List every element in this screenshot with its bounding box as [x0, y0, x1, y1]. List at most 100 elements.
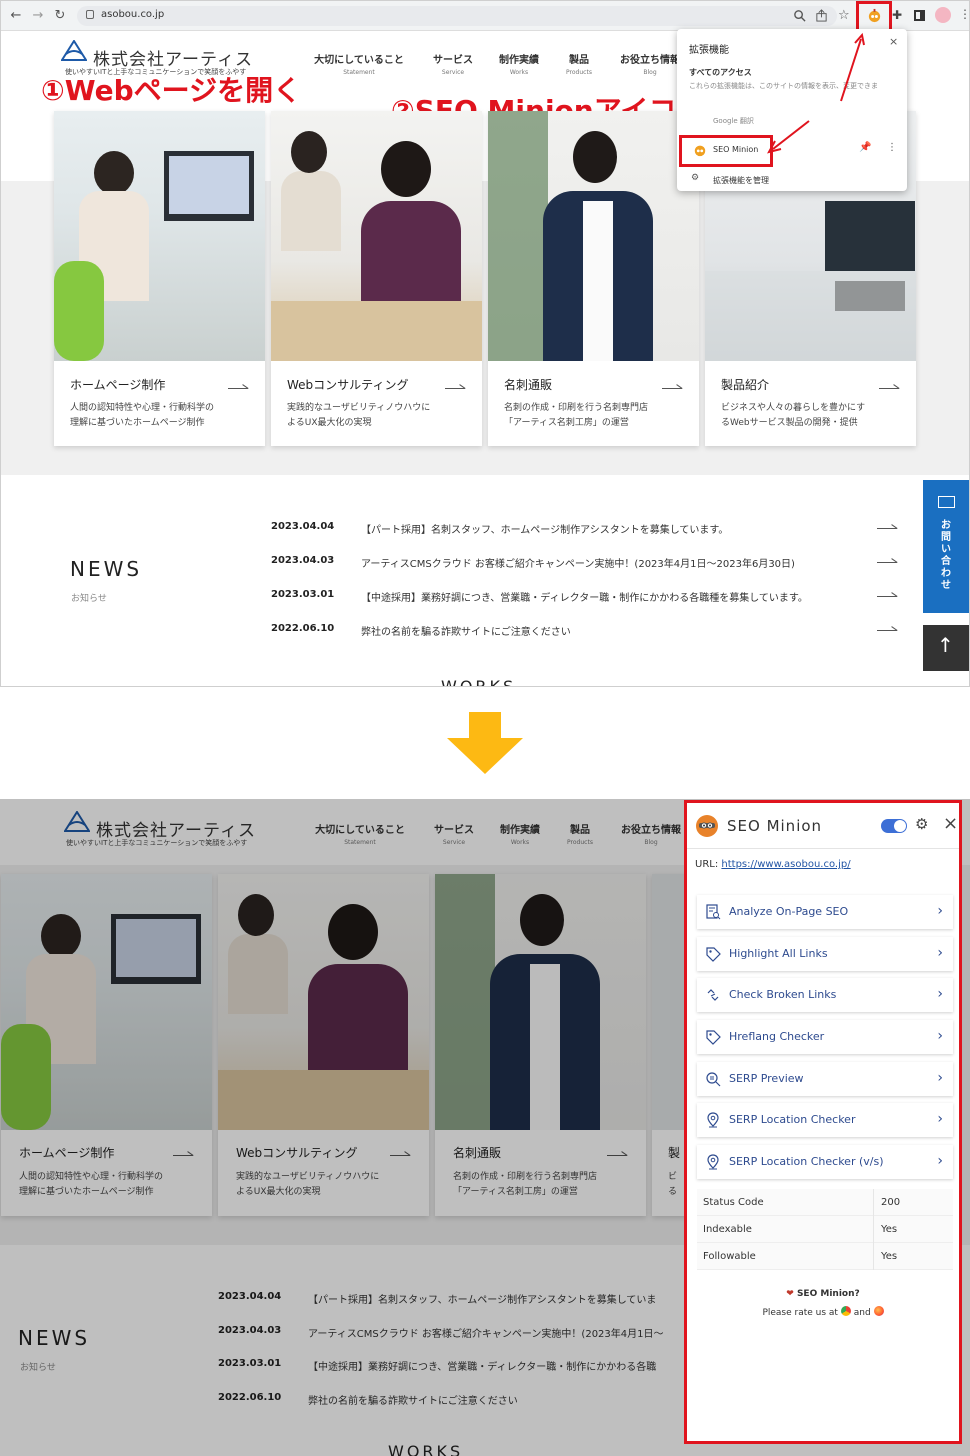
- profile-avatar[interactable]: [935, 7, 951, 23]
- close-icon[interactable]: ×: [943, 813, 958, 834]
- gear-icon: ⚙: [691, 173, 700, 183]
- stat-row: Followable Yes: [697, 1243, 953, 1270]
- arrow-right-icon: [662, 383, 682, 389]
- side-panel-icon[interactable]: [914, 10, 925, 21]
- chevron-right-icon: ›: [937, 1070, 943, 1086]
- firefox-icon[interactable]: [873, 1306, 884, 1316]
- panel-title: SEO Minion: [727, 817, 823, 835]
- card-title: 名刺通販: [504, 378, 553, 392]
- news-item[interactable]: 2023.03.01 【中途採用】業務好調につき、営業職・ディレクター職・制作にか…: [271, 589, 901, 611]
- person-hair: [94, 151, 134, 195]
- card-photo: [488, 111, 699, 361]
- enable-toggle[interactable]: [881, 819, 907, 833]
- zoom-icon[interactable]: [793, 9, 806, 22]
- menu-kebab-icon[interactable]: ⋮: [959, 7, 969, 21]
- google-translate-item[interactable]: Google 翻訳: [713, 116, 754, 126]
- arrow-right-icon: [445, 383, 465, 389]
- nav-service[interactable]: サービス Service: [423, 51, 483, 76]
- screenshot-before: ← → ↻ asobou.co.jp ☆ ✚ ⋮ 株式会社アーティス 使いやすい…: [0, 0, 970, 687]
- nav-blog[interactable]: お役立ち情報 Blog: [613, 51, 687, 76]
- contact-side-button[interactable]: お問い合わせ: [923, 480, 969, 613]
- current-url-link[interactable]: https://www.asobou.co.jp/: [721, 859, 850, 870]
- forward-arrow-icon[interactable]: →: [29, 7, 47, 25]
- person-body: [281, 171, 341, 251]
- rate-heading: ❤ SEO Minion?: [786, 1289, 860, 1299]
- full-access-label: すべてのアクセス: [689, 68, 752, 77]
- manage-extensions-link[interactable]: 拡張機能を管理: [713, 175, 769, 186]
- more-icon[interactable]: ⋮: [887, 142, 897, 153]
- browser-toolbar: ← → ↻ asobou.co.jp ☆ ✚ ⋮: [1, 1, 969, 31]
- desk-shape: [271, 301, 482, 361]
- back-to-top-button[interactable]: ↑: [923, 625, 969, 671]
- status-table: Status Code 200 Indexable Yes Followable Ye…: [697, 1189, 953, 1270]
- company-logo-icon: [61, 40, 87, 61]
- share-icon[interactable]: [815, 9, 828, 22]
- tag-icon: [706, 947, 721, 962]
- heart-icon: ❤: [786, 1289, 794, 1299]
- menu-label: Hreflang Checker: [729, 1030, 825, 1043]
- card-desc: 名刺の作成・印刷を行う名刺専門店 「アーティス名刺工房」の運営: [504, 403, 649, 428]
- menu-check-broken-links[interactable]: Check Broken Links ›: [697, 978, 953, 1012]
- chevron-right-icon: ›: [937, 945, 943, 961]
- chevron-right-icon: ›: [937, 903, 943, 919]
- chair-shape: [54, 261, 104, 361]
- menu-serp-preview[interactable]: SERP Preview ›: [697, 1062, 953, 1096]
- nav-statement[interactable]: 大切にしていること Statement: [309, 51, 409, 76]
- seo-minion-logo-icon: [696, 815, 718, 837]
- monitor-screen: [169, 156, 249, 214]
- contact-label: お問い合わせ: [941, 520, 951, 591]
- puzzle-extensions-icon[interactable]: ✚: [892, 8, 902, 22]
- chevron-right-icon: ›: [937, 1111, 943, 1127]
- location-pin-icon: [707, 1154, 719, 1170]
- menu-hreflang-checker[interactable]: Hreflang Checker ›: [697, 1020, 953, 1054]
- stat-row: Indexable Yes: [697, 1216, 953, 1243]
- close-icon[interactable]: ×: [889, 35, 898, 48]
- back-arrow-icon[interactable]: ←: [7, 7, 25, 25]
- nav-products[interactable]: 製品 Products: [553, 51, 605, 76]
- card-title: 製品紹介: [721, 378, 770, 392]
- bookmark-star-icon[interactable]: ☆: [838, 8, 850, 23]
- chrome-icon[interactable]: [840, 1306, 851, 1316]
- annotation-step1: ①Webページを開く: [41, 74, 302, 107]
- card-business-cards[interactable]: 名刺通販 名刺の作成・印刷を行う名刺専門店 「アーティス名刺工房」の運営: [488, 111, 699, 446]
- nav-works[interactable]: 制作実績 Works: [491, 51, 547, 76]
- settings-gear-icon[interactable]: ⚙: [915, 815, 928, 833]
- reload-icon[interactable]: ↻: [51, 7, 69, 25]
- card-photo: [54, 111, 265, 361]
- menu-serp-location-checker-vs[interactable]: SERP Location Checker (v/s) ›: [697, 1145, 953, 1179]
- desk-shape: [705, 271, 916, 361]
- menu-serp-location-checker[interactable]: SERP Location Checker ›: [697, 1103, 953, 1137]
- address-bar[interactable]: asobou.co.jp: [77, 6, 837, 26]
- news-item[interactable]: 2023.04.04 【パート採用】名刺スタッフ、ホームページ制作アシスタントを募…: [271, 521, 901, 543]
- card-desc: ビジネスや人々の暮らしを豊かにす るWebサービス製品の開発・提供: [721, 403, 866, 428]
- search-list-icon: [706, 1072, 721, 1087]
- card-homepage[interactable]: ホームページ制作 人間の認知特性や心理・行動科学の 理解に基づいたホームページ制作: [54, 111, 265, 446]
- card-consulting[interactable]: Webコンサルティング 実践的なユーザビリティノウハウに よるUX最大化の実現: [271, 111, 482, 446]
- document-search-icon: [706, 904, 721, 920]
- panel-header: SEO Minion ⚙ ×: [687, 803, 959, 849]
- location-pin-icon: [707, 1112, 719, 1128]
- news-item[interactable]: 2023.04.03 アーティスCMSクラウド お客様ご紹介キャンペーン実施中！(…: [271, 555, 901, 577]
- chevron-right-icon: ›: [937, 1153, 943, 1169]
- plant-shape: [488, 111, 548, 361]
- shirt-shape: [583, 201, 613, 361]
- person-hair: [381, 141, 431, 197]
- menu-analyze-onpage-seo[interactable]: Analyze On-Page SEO ›: [697, 895, 953, 929]
- card-desc: 実践的なユーザビリティノウハウに よるUX最大化の実現: [287, 403, 431, 428]
- news-item[interactable]: 2022.06.10 弊社の名前を騙る詐欺サイトにご注意ください: [271, 623, 901, 645]
- card-desc: 人間の認知特性や心理・行動科学の 理解に基づいたホームページ制作: [70, 403, 215, 428]
- arrow-right-icon: [228, 383, 248, 389]
- menu-highlight-all-links[interactable]: Highlight All Links ›: [697, 937, 953, 971]
- down-arrow-icon: [447, 712, 523, 774]
- broken-link-icon: [707, 989, 719, 1001]
- menu-label: Highlight All Links: [729, 947, 828, 960]
- menu-label: SERP Location Checker (v/s): [729, 1155, 884, 1168]
- popup-title: 拡張機能: [689, 45, 729, 56]
- lock-icon: [86, 10, 94, 19]
- address-url: asobou.co.jp: [101, 9, 165, 20]
- card-photo: [271, 111, 482, 361]
- card-title: Webコンサルティング: [287, 378, 409, 392]
- seo-minion-panel: SEO Minion ⚙ × URL: https://www.asobou.c…: [684, 800, 962, 1444]
- arrow-right-icon: [879, 383, 899, 389]
- person-hair: [573, 131, 617, 183]
